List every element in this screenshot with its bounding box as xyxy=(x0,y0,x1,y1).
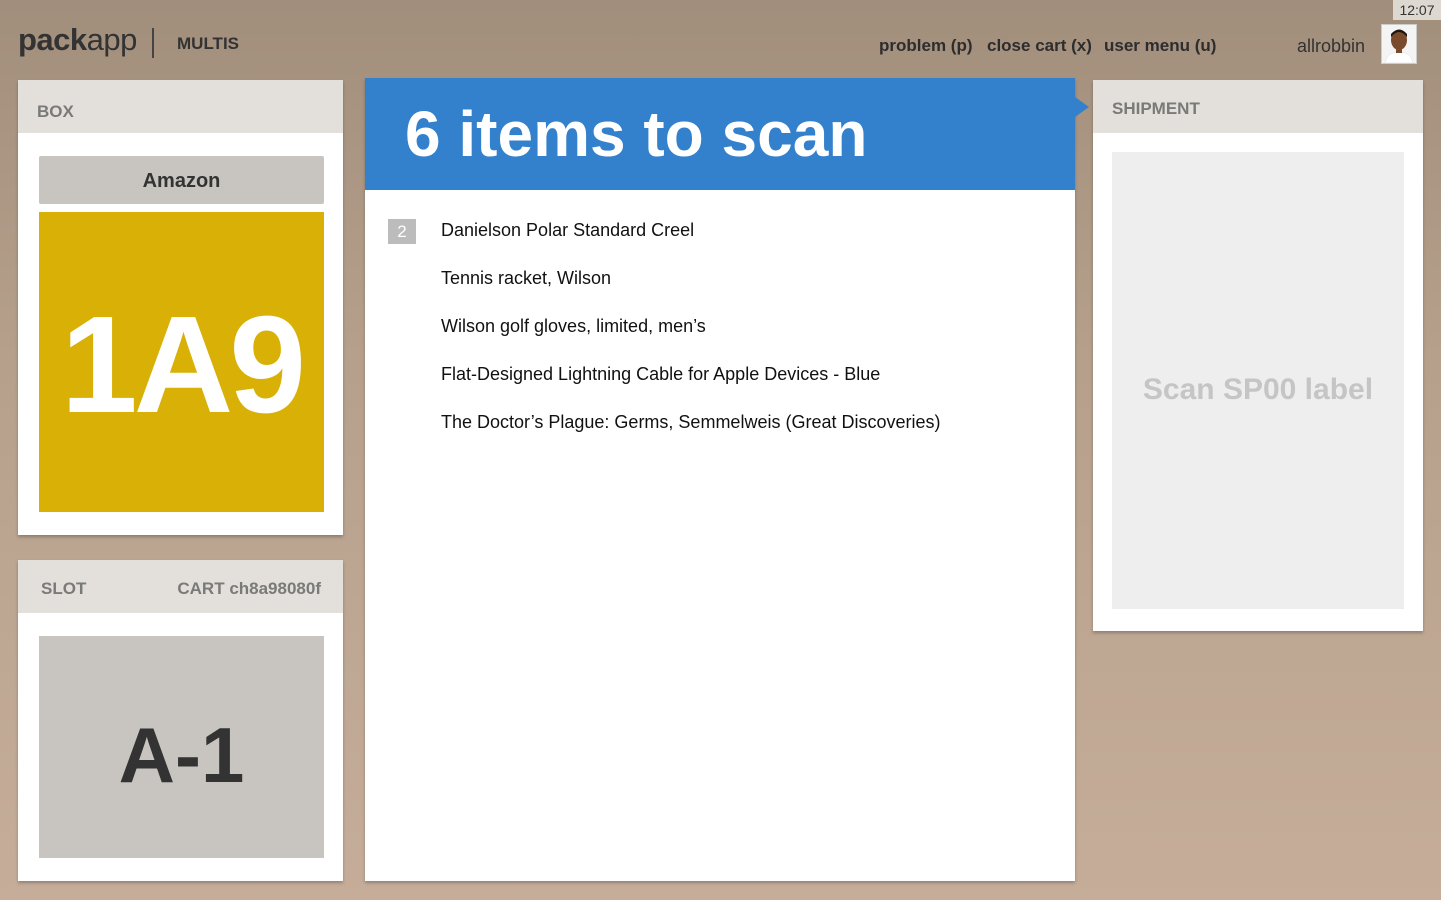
item-list: 2 Danielson Polar Standard Creel Tennis … xyxy=(365,211,1075,451)
items-panel: 6 items to scan 2 Danielson Polar Standa… xyxy=(365,78,1075,881)
item-name: Flat-Designed Lightning Cable for Apple … xyxy=(441,364,881,384)
app-logo: packapp xyxy=(18,22,137,58)
slot-panel-title: SLOT xyxy=(41,579,87,598)
item-quantity-badge: 2 xyxy=(388,219,416,244)
shipment-panel-title: SHIPMENT xyxy=(1112,99,1200,118)
slot-code: A-1 xyxy=(39,636,324,858)
slot-panel: SLOT CART ch8a98080f A-1 xyxy=(18,560,343,881)
pointer-arrow-icon xyxy=(1075,97,1089,117)
user-avatar-icon[interactable] xyxy=(1381,24,1417,64)
shipment-panel-header: SHIPMENT xyxy=(1093,80,1423,133)
logo-bold: pack xyxy=(18,22,87,57)
item-name: Tennis racket, Wilson xyxy=(441,268,612,288)
box-panel-header: BOX xyxy=(18,80,343,133)
items-heading: 6 items to scan xyxy=(365,78,1075,190)
scan-label-area[interactable]: Scan SP00 label xyxy=(1112,152,1404,609)
mode-label: MULTIS xyxy=(177,34,240,53)
problem-menu-item[interactable]: problem (p) xyxy=(879,36,973,56)
box-panel: BOX Amazon 1A9 xyxy=(18,80,343,535)
carrier-button[interactable]: Amazon xyxy=(39,156,324,204)
list-item[interactable]: Tennis racket, Wilson xyxy=(365,259,1075,307)
cart-id: CART ch8a98080f xyxy=(177,579,321,598)
close-cart-menu-item[interactable]: close cart (x) xyxy=(987,36,1092,56)
logo-light: app xyxy=(86,22,138,57)
slot-panel-header: SLOT CART ch8a98080f xyxy=(18,560,343,613)
list-item[interactable]: Wilson golf gloves, limited, men’s xyxy=(365,307,1075,355)
box-panel-title: BOX xyxy=(37,102,74,121)
shipment-panel: SHIPMENT Scan SP00 label xyxy=(1093,80,1423,631)
list-item[interactable]: Flat-Designed Lightning Cable for Apple … xyxy=(365,355,1075,403)
list-item[interactable]: The Doctor’s Plague: Germs, Semmelweis (… xyxy=(365,403,1075,451)
item-name: The Doctor’s Plague: Germs, Semmelweis (… xyxy=(441,412,941,432)
item-name: Danielson Polar Standard Creel xyxy=(441,220,695,240)
box-code: 1A9 xyxy=(39,212,324,512)
top-bar: packapp MULTIS problem (p) close cart (x… xyxy=(0,0,1441,78)
username: allrobbin xyxy=(1297,36,1366,56)
item-name: Wilson golf gloves, limited, men’s xyxy=(441,316,706,336)
user-menu-item[interactable]: user menu (u) xyxy=(1104,36,1216,56)
logo-divider xyxy=(152,28,154,58)
list-item[interactable]: 2 Danielson Polar Standard Creel xyxy=(365,211,1075,259)
